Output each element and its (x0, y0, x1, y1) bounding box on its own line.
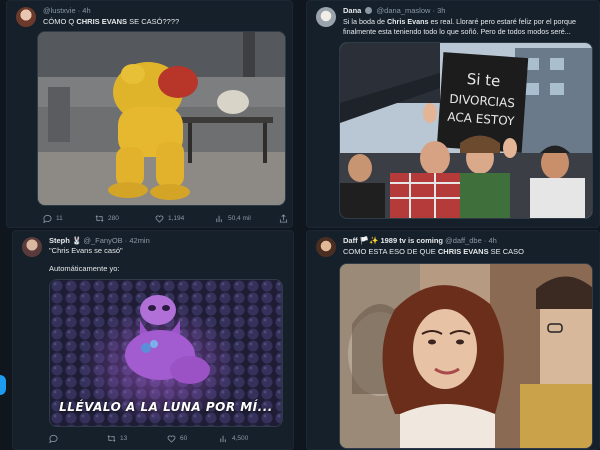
post-text: Si la boda de Chris Evans es real. Llora… (343, 17, 576, 36)
post-text-line-1: "Chris Evans se casó" (49, 246, 123, 255)
avatar[interactable] (316, 237, 336, 257)
reply-count: 11 (56, 215, 63, 222)
post-text: CÓMO Q CHRIS EVANS SE CASÓ???? (43, 17, 180, 26)
reply-icon (49, 434, 58, 443)
post-actions: 11 280 1,194 50,4 mil (43, 214, 288, 226)
post-card-3[interactable]: Steph 🐰 @_FanyOB · 42min "Chris Evans se… (12, 230, 294, 450)
post-time[interactable]: · 4h (484, 236, 497, 245)
repost-button[interactable]: 280 (95, 214, 119, 223)
like-count: 60 (180, 435, 188, 442)
protest-sign-image: Si te DIVORCIAS ACA ESTOY (340, 43, 592, 218)
post-time[interactable]: · 4h (78, 6, 91, 15)
reply-icon (43, 214, 52, 223)
repost-icon (95, 215, 104, 222)
post-card-1[interactable]: @lustxvie · 4h CÓMO Q CHRIS EVANS SE CAS… (6, 0, 293, 228)
post-header: @lustxvie · 4h (43, 6, 286, 16)
user-display-extra: 1989 tv is coming (380, 236, 443, 245)
post-text: COMO ESTA ESO DE QUE CHRIS EVANS SE CASO (343, 247, 525, 256)
bunny-emoji-icon: 🐰 (71, 236, 82, 245)
repost-count: 280 (108, 215, 119, 222)
post-header: Daff 🏳️✨ 1989 tv is coming @daff_dbe · 4… (343, 236, 593, 246)
image-caption: LLÉVALO A LA LUNA POR MÍ... (59, 400, 273, 414)
post-media-image[interactable]: Si te DIVORCIAS ACA ESTOY (339, 42, 593, 219)
like-button[interactable]: 1,194 (155, 214, 184, 223)
avatar[interactable] (22, 237, 42, 257)
like-icon (155, 215, 164, 223)
post-text-line-2: Automáticamente yo: (49, 264, 120, 273)
post-card-4[interactable]: Daff 🏳️✨ 1989 tv is coming @daff_dbe · 4… (306, 230, 600, 450)
post-time[interactable]: · 3h (433, 6, 446, 15)
like-count: 1,194 (168, 215, 185, 222)
post-header: Dana @dana_maslow · 3h (343, 6, 593, 16)
user-name[interactable]: Daff (343, 236, 358, 245)
user-name[interactable]: Steph (49, 236, 70, 245)
post-media-image[interactable] (339, 263, 593, 449)
flag-emoji-icon: 🏳️✨ (359, 236, 379, 245)
reply-button[interactable] (49, 434, 62, 443)
telenovela-scene-image (340, 264, 592, 448)
avatar[interactable] (16, 7, 36, 27)
scroll-indicator[interactable] (0, 375, 6, 395)
repost-button[interactable]: 13 (107, 434, 127, 443)
verified-icon (365, 7, 373, 14)
views-count: 4,500 (232, 435, 249, 442)
user-handle[interactable]: @dana_maslow (377, 6, 431, 15)
like-icon (167, 435, 176, 443)
views-icon (216, 215, 222, 223)
views-icon (220, 435, 226, 443)
post-media-image[interactable] (37, 31, 286, 206)
svg-text:Si te: Si te (466, 70, 501, 90)
post-actions: 13 60 4,500 (49, 434, 285, 446)
like-button[interactable]: 60 (167, 434, 187, 443)
repost-icon (107, 435, 116, 442)
views-button[interactable]: 4,500 (219, 434, 248, 443)
views-button[interactable]: 50,4 mil (215, 214, 251, 223)
post-text: "Chris Evans se casó" Automáticamente yo… (49, 246, 285, 274)
post-media-image[interactable]: LLÉVALO A LA LUNA POR MÍ... (49, 279, 283, 427)
post-card-2[interactable]: Dana @dana_maslow · 3h Si la boda de Chr… (306, 0, 600, 228)
share-icon (279, 214, 288, 223)
user-handle[interactable]: @lustxvie (43, 6, 76, 15)
views-count: 50,4 mil (228, 215, 251, 222)
user-handle[interactable]: @daff_dbe (445, 236, 482, 245)
share-button[interactable] (279, 214, 288, 223)
post-header: Steph 🐰 @_FanyOB · 42min (49, 236, 287, 246)
user-handle[interactable]: @_FanyOB (83, 236, 122, 245)
winnie-pooh-costume-image (38, 32, 285, 205)
reply-button[interactable]: 11 (43, 214, 63, 223)
repost-count: 13 (120, 435, 128, 442)
user-name[interactable]: Dana (343, 6, 361, 15)
post-time[interactable]: · 42min (125, 236, 150, 245)
avatar[interactable] (316, 7, 336, 27)
